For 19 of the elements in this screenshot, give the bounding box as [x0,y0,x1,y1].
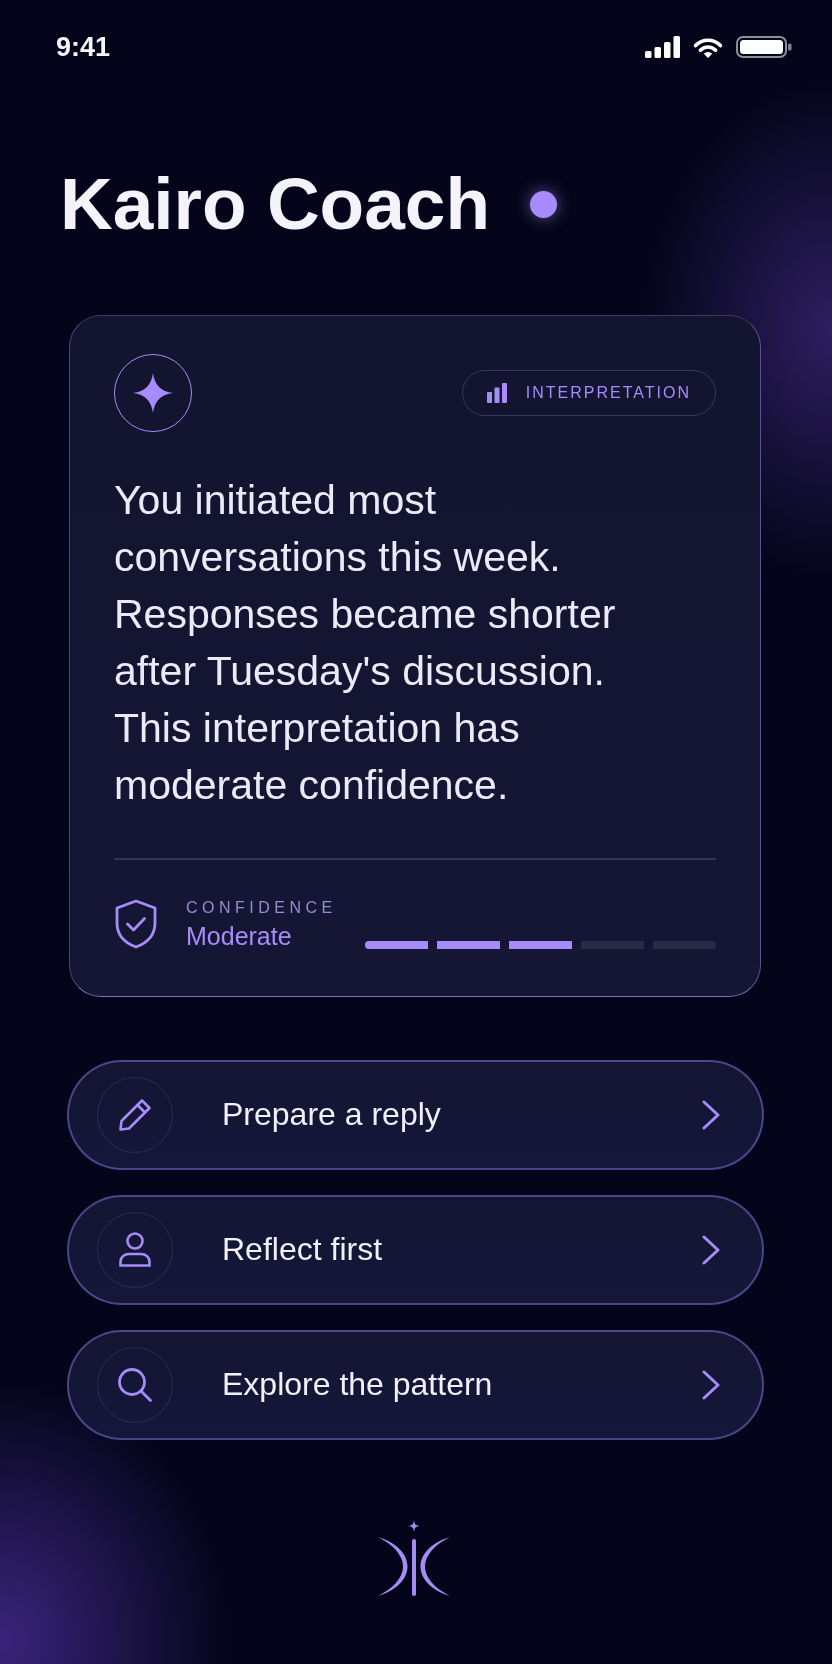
action-button[interactable]: Explore the pattern [67,1329,764,1440]
shield-check-icon [114,899,158,949]
chevron-right-icon [702,1369,720,1400]
bar-chart-icon [486,383,507,403]
action-button[interactable]: Prepare a reply [67,1059,764,1170]
confidence-label: CONFIDENCE [186,897,337,918]
status-dot-icon [530,190,557,218]
confidence-value: Moderate [186,920,293,951]
crescent-logo-icon [378,1519,450,1596]
tag-label: INTERPRETATION [525,384,691,402]
battery-icon [736,36,792,58]
action-button[interactable]: Reflect first [67,1194,764,1305]
insight-text: You initiated most conversations this week. Responses became shorter after Tuesday's discussion. This interpretation has moderate confidence. [114,476,617,810]
chevron-right-icon [702,1234,720,1265]
app-title: Kairo Coach [60,168,490,240]
chevron-right-icon [702,1099,720,1130]
signal-icon [645,36,680,58]
wifi-icon [692,35,724,59]
status-time: 9:41 [56,32,111,62]
